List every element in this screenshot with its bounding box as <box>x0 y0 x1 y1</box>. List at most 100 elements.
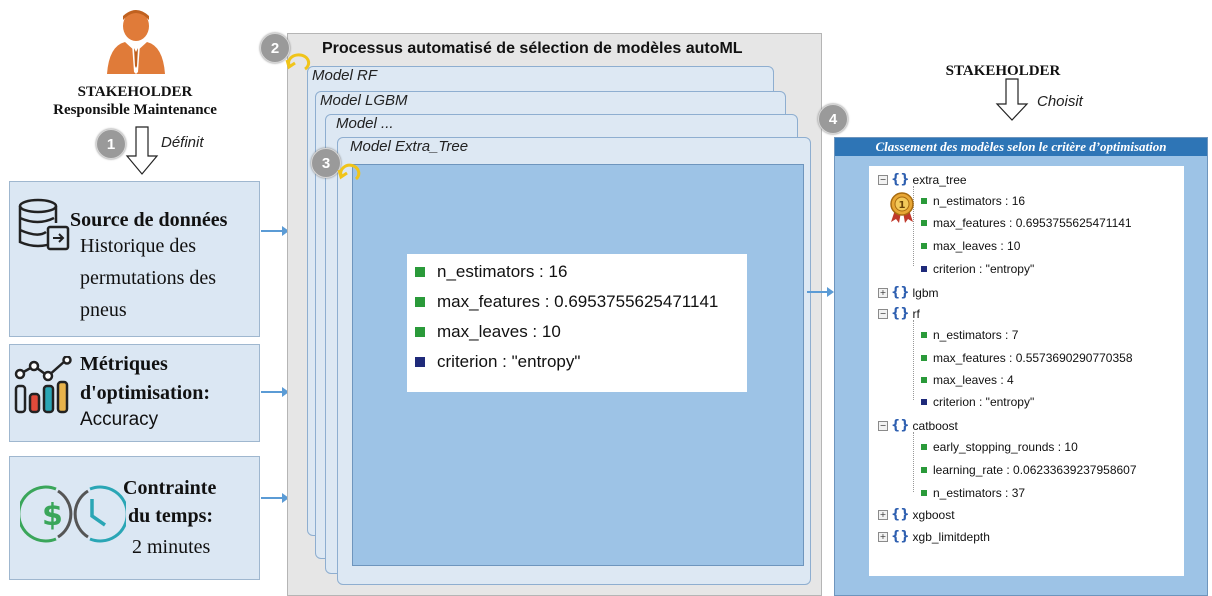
svg-text:1: 1 <box>899 200 906 211</box>
tree-node-label: rf <box>912 306 920 321</box>
tree-leaf: max_features : 0.5573690290770358 <box>921 351 1133 365</box>
tree-node-catboost[interactable]: − {} catboost <box>878 418 958 433</box>
tree-node-xgboost[interactable]: + {} xgboost <box>878 507 955 522</box>
param-row: max_leaves : 10 <box>415 322 561 342</box>
object-brace-icon: {} <box>891 529 910 544</box>
tree-node-lgbm[interactable]: + {} lgbm <box>878 285 939 300</box>
tree-leaf: learning_rate : 0.06233639237958607 <box>921 463 1137 477</box>
svg-text:$: $ <box>42 498 63 533</box>
param-row: n_estimators : 16 <box>415 262 567 282</box>
tree-node-rf[interactable]: − {} rf <box>878 306 920 321</box>
tree-connector <box>913 432 914 492</box>
tree-leaf-text: learning_rate : 0.06233639237958607 <box>933 463 1137 477</box>
expand-icon[interactable]: + <box>878 509 888 520</box>
time-arrow <box>261 493 289 503</box>
step-1-badge: 1 <box>96 129 126 159</box>
tree-leaf: max_leaves : 4 <box>921 373 1014 387</box>
collapse-icon[interactable]: − <box>878 174 888 185</box>
best-params-box: n_estimators : 16 max_features : 0.69537… <box>407 254 747 392</box>
defines-label: Définit <box>161 134 204 151</box>
time-line1: Contrainte <box>123 477 217 499</box>
data-source-arrow <box>261 226 289 236</box>
stakeholder-title: STAKEHOLDER <box>77 84 193 100</box>
object-brace-icon: {} <box>891 507 910 522</box>
navy-square-icon <box>415 357 425 367</box>
chooses-label: Choisit <box>1037 93 1083 110</box>
param-text: criterion : "entropy" <box>437 352 581 371</box>
expand-icon[interactable]: + <box>878 287 888 298</box>
tree-leaf: early_stopping_rounds : 10 <box>921 440 1078 454</box>
tree-node-extra-tree[interactable]: − {} extra_tree <box>878 172 967 187</box>
green-square-icon <box>415 327 425 337</box>
tree-leaf-text: max_leaves : 4 <box>933 373 1014 387</box>
tree-node-label: xgboost <box>912 507 955 522</box>
param-text: max_features : 0.6953755625471141 <box>437 292 719 311</box>
time-line3: 2 minutes <box>132 536 211 558</box>
metrics-chart-icon <box>14 356 72 414</box>
tree-leaf-text: n_estimators : 37 <box>933 486 1026 500</box>
cycle-arrow-icon-2 <box>337 163 361 181</box>
model-ellipsis-label: Model ... <box>336 115 394 132</box>
object-brace-icon: {} <box>891 285 910 300</box>
green-square-icon <box>921 198 927 204</box>
green-square-icon <box>921 444 927 450</box>
tree-node-label: lgbm <box>912 285 939 300</box>
data-source-line1: Historique des <box>80 235 197 257</box>
green-square-icon <box>921 467 927 473</box>
tree-leaf-text: max_features : 0.5573690290770358 <box>933 351 1133 365</box>
tree-node-label: extra_tree <box>912 172 967 187</box>
object-brace-icon: {} <box>891 418 910 433</box>
green-square-icon <box>415 267 425 277</box>
data-source-line2: permutations des <box>80 267 217 289</box>
tree-node-label: catboost <box>912 418 958 433</box>
green-square-icon <box>921 243 927 249</box>
collapse-icon[interactable]: − <box>878 308 888 319</box>
green-square-icon <box>921 220 927 226</box>
model-lgbm-label: Model LGBM <box>320 92 408 109</box>
tree-leaf: max_leaves : 10 <box>921 239 1020 253</box>
tree-leaf-text: n_estimators : 16 <box>933 194 1026 208</box>
tree-leaf: n_estimators : 7 <box>921 328 1018 342</box>
metrics-line2: d'optimisation: <box>80 382 211 404</box>
navy-square-icon <box>921 399 927 405</box>
object-brace-icon: {} <box>891 306 910 321</box>
time-money-icon: $ <box>20 485 126 543</box>
database-icon <box>18 198 70 251</box>
green-square-icon <box>921 490 927 496</box>
first-place-medal-icon: 1 <box>890 192 914 223</box>
ranking-header: Classement des modèles selon le critère … <box>835 138 1207 156</box>
data-source-title: Source de données <box>70 209 228 231</box>
param-row: max_features : 0.6953755625471141 <box>415 292 718 312</box>
process-to-ranking-arrow <box>807 287 834 297</box>
green-square-icon <box>415 297 425 307</box>
model-rf-label: Model RF <box>312 67 378 84</box>
automl-process-title: Processus automatisé de sélection de mod… <box>322 40 743 57</box>
tree-leaf-text: max_features : 0.6953755625471141 <box>933 216 1132 230</box>
model-extra-tree-label: Model Extra_Tree <box>350 138 469 155</box>
metrics-line1: Métriques <box>80 353 168 375</box>
down-arrow-icon <box>125 126 159 175</box>
data-source-line3: pneus <box>80 299 127 321</box>
tree-leaf: criterion : "entropy" <box>921 262 1034 276</box>
tree-leaf-text: criterion : "entropy" <box>933 395 1035 409</box>
green-square-icon <box>921 377 927 383</box>
tree-leaf: max_features : 0.6953755625471141 <box>921 216 1132 230</box>
collapse-icon[interactable]: − <box>878 420 888 431</box>
param-row: criterion : "entropy" <box>415 352 580 372</box>
green-square-icon <box>921 355 927 361</box>
tree-leaf: criterion : "entropy" <box>921 395 1034 409</box>
down-arrow-icon-right <box>995 78 1029 121</box>
step-4-badge: 4 <box>818 104 848 134</box>
param-text: n_estimators : 16 <box>437 262 568 281</box>
tree-leaf: n_estimators : 16 <box>921 194 1025 208</box>
green-square-icon <box>921 332 927 338</box>
tree-leaf-text: max_leaves : 10 <box>933 239 1021 253</box>
tree-leaf-text: criterion : "entropy" <box>933 262 1035 276</box>
object-brace-icon: {} <box>891 172 910 187</box>
tree-node-xgb-limitdepth[interactable]: + {} xgb_limitdepth <box>878 529 990 544</box>
expand-icon[interactable]: + <box>878 531 888 542</box>
stakeholder-role: Responsible Maintenance <box>53 102 217 118</box>
metrics-arrow <box>261 387 289 397</box>
tree-node-label: xgb_limitdepth <box>912 529 990 544</box>
stakeholder-person-icon <box>107 10 165 74</box>
